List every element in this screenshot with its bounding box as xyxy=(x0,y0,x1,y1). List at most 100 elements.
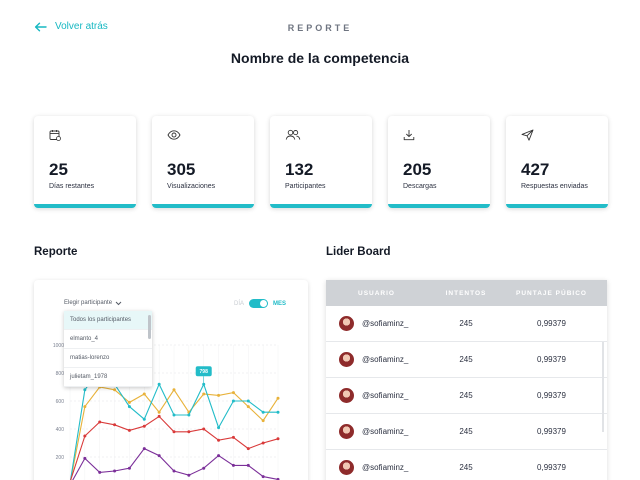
row-score: 0,99379 xyxy=(537,427,566,436)
report-title: Reporte xyxy=(34,246,78,258)
table-row[interactable]: @sofiaminz_ 245 0,99379 xyxy=(326,378,607,414)
participant-picker[interactable]: Elegir participante xyxy=(64,300,122,306)
stat-value: 25 xyxy=(49,160,68,179)
data-point[interactable] xyxy=(142,417,146,421)
download-icon xyxy=(403,130,415,141)
data-point[interactable] xyxy=(231,435,235,439)
data-point[interactable] xyxy=(187,430,191,434)
stat-value: 305 xyxy=(167,160,196,179)
data-point[interactable] xyxy=(202,427,206,431)
data-point[interactable] xyxy=(127,466,131,470)
section-label: REPORTE xyxy=(287,23,353,33)
stat-accent-bar xyxy=(506,204,608,208)
data-point[interactable] xyxy=(261,410,265,414)
data-point[interactable] xyxy=(83,456,87,460)
data-point[interactable] xyxy=(157,454,161,458)
stat-accent-bar xyxy=(388,204,490,208)
data-point[interactable] xyxy=(261,419,265,423)
period-toggle-group: DÍA MES xyxy=(234,299,286,308)
stat-label: Participantes xyxy=(285,183,326,190)
data-point[interactable] xyxy=(231,399,235,403)
row-attempts: 245 xyxy=(459,427,473,436)
row-score: 0,99379 xyxy=(537,319,566,328)
data-point[interactable] xyxy=(98,420,102,424)
data-point[interactable] xyxy=(83,388,87,392)
data-point[interactable] xyxy=(276,396,280,400)
data-point[interactable] xyxy=(113,388,117,392)
y-tick-label: 200 xyxy=(56,455,65,461)
toggle-day-label[interactable]: DÍA xyxy=(234,301,244,307)
data-point[interactable] xyxy=(142,424,146,428)
picker-label: Elegir participante xyxy=(64,300,113,306)
column-header-score: PUNTAJE PÚBICO xyxy=(516,289,587,297)
data-point[interactable] xyxy=(202,466,206,470)
y-tick-label: 800 xyxy=(56,371,65,377)
data-point[interactable] xyxy=(157,410,161,414)
table-scrollbar[interactable] xyxy=(602,342,604,432)
data-point[interactable] xyxy=(83,434,87,438)
dropdown-option[interactable]: matias-lorenzo xyxy=(64,349,152,368)
data-point[interactable] xyxy=(217,438,221,442)
data-point[interactable] xyxy=(172,430,176,434)
data-point[interactable] xyxy=(127,405,131,409)
stat-value: 132 xyxy=(285,160,314,179)
row-user: @sofiaminz_ xyxy=(362,463,409,472)
data-point[interactable] xyxy=(172,469,176,473)
data-point[interactable] xyxy=(231,463,235,467)
data-point[interactable] xyxy=(246,405,250,409)
table-row[interactable]: @sofiaminz_ 245 0,99379 xyxy=(326,450,607,480)
y-tick-label: 1000 xyxy=(53,343,64,349)
stat-card-downloads: 205 Descargas xyxy=(388,116,490,208)
table-row[interactable]: @sofiaminz_ 245 0,99379 xyxy=(326,342,607,378)
data-point[interactable] xyxy=(98,470,102,474)
stat-value: 427 xyxy=(521,160,550,179)
data-point[interactable] xyxy=(231,391,235,395)
data-point[interactable] xyxy=(142,392,146,396)
data-point[interactable] xyxy=(127,428,131,432)
stat-card-responses: 427 Respuestas enviadas xyxy=(506,116,608,208)
data-point[interactable] xyxy=(261,441,265,445)
data-point[interactable] xyxy=(142,447,146,451)
data-point[interactable] xyxy=(83,405,87,409)
avatar xyxy=(339,460,354,475)
dropdown-option[interactable]: elmanto_4 xyxy=(64,330,152,349)
data-point[interactable] xyxy=(113,423,117,427)
data-point[interactable] xyxy=(187,413,191,417)
participant-dropdown: Todos los participantes elmanto_4 matias… xyxy=(64,311,152,387)
table-row[interactable]: @sofiaminz_ 245 0,99379 xyxy=(326,306,607,342)
stat-card-days: 25 Días restantes xyxy=(34,116,136,208)
row-attempts: 245 xyxy=(459,319,473,328)
row-user: @sofiaminz_ xyxy=(362,355,409,364)
data-point[interactable] xyxy=(246,463,250,467)
data-point[interactable] xyxy=(217,426,221,430)
stat-accent-bar xyxy=(270,204,372,208)
data-point[interactable] xyxy=(202,392,206,396)
data-point[interactable] xyxy=(276,437,280,441)
row-user: @sofiaminz_ xyxy=(362,319,409,328)
toggle-month-label[interactable]: MES xyxy=(273,301,286,307)
data-point[interactable] xyxy=(217,454,221,458)
data-point[interactable] xyxy=(217,393,221,397)
data-point[interactable] xyxy=(246,399,250,403)
data-point[interactable] xyxy=(172,388,176,392)
data-point[interactable] xyxy=(157,414,161,418)
dropdown-scrollbar[interactable] xyxy=(148,315,151,339)
data-point[interactable] xyxy=(187,473,191,477)
dropdown-option[interactable]: julietam_1978 xyxy=(64,368,152,387)
row-user: @sofiaminz_ xyxy=(362,427,409,436)
data-point[interactable] xyxy=(246,447,250,451)
data-point[interactable] xyxy=(261,475,265,479)
table-row[interactable]: @sofiaminz_ 245 0,99379 xyxy=(326,414,607,450)
calendar-icon xyxy=(49,130,61,141)
column-header-user: USUARIO xyxy=(358,289,395,297)
period-toggle[interactable] xyxy=(249,299,269,308)
y-tick-label: 600 xyxy=(56,399,65,405)
toggle-knob xyxy=(260,300,268,307)
row-score: 0,99379 xyxy=(537,391,566,400)
data-point[interactable] xyxy=(127,400,131,404)
data-point[interactable] xyxy=(157,382,161,386)
dropdown-option[interactable]: Todos los participantes xyxy=(64,311,152,330)
data-point[interactable] xyxy=(113,469,117,473)
data-point[interactable] xyxy=(276,410,280,414)
data-point[interactable] xyxy=(172,413,176,417)
